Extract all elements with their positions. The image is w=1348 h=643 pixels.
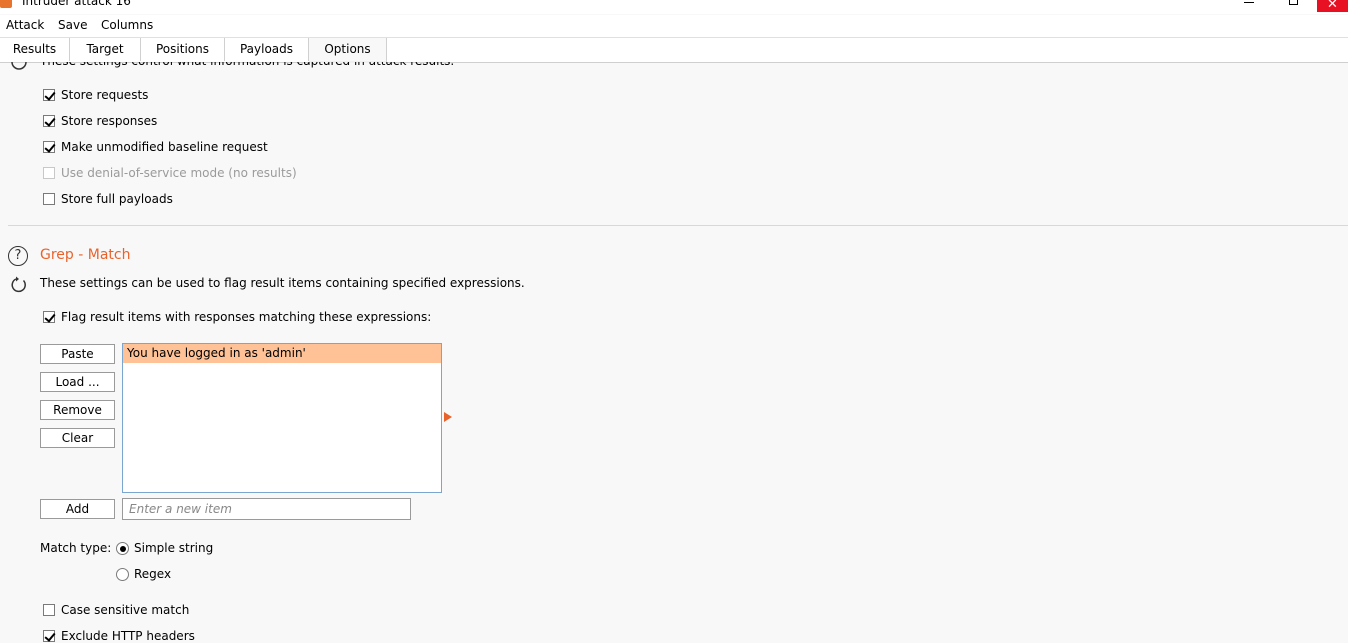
refresh-icon[interactable] xyxy=(10,276,28,294)
store-full-payloads-label: Store full payloads xyxy=(61,192,173,206)
flag-results-label: Flag result items with responses matchin… xyxy=(61,310,432,324)
flag-results-checkbox[interactable] xyxy=(43,311,55,323)
regex-label: Regex xyxy=(134,567,172,581)
dos-mode-checkbox xyxy=(43,167,55,179)
close-icon[interactable]: ✕ xyxy=(1317,0,1348,12)
expand-arrow-icon[interactable] xyxy=(444,412,452,422)
menu-columns[interactable]: Columns xyxy=(101,18,153,32)
baseline-request-label: Make unmodified baseline request xyxy=(61,140,268,154)
list-item[interactable]: You have logged in as 'admin' xyxy=(123,344,441,363)
clear-button[interactable]: Clear xyxy=(40,428,115,448)
match-type-label: Match type: xyxy=(40,541,112,555)
exclude-headers-label: Exclude HTTP headers xyxy=(61,629,195,643)
simple-string-radio[interactable] xyxy=(116,542,129,555)
burp-app-icon xyxy=(0,0,12,8)
case-sensitive-label: Case sensitive match xyxy=(61,603,190,617)
tab-target[interactable]: Target xyxy=(70,38,141,61)
expression-list[interactable]: You have logged in as 'admin' xyxy=(122,343,442,493)
help-icon[interactable]: ? xyxy=(8,246,28,266)
tab-positions[interactable]: Positions xyxy=(141,38,225,61)
menu-attack[interactable]: Attack xyxy=(6,18,44,32)
tab-results[interactable]: Results xyxy=(0,38,70,61)
grep-match-description: These settings can be used to flag resul… xyxy=(40,276,525,290)
window-title: Intruder attack 16 xyxy=(22,0,131,8)
baseline-request-checkbox[interactable] xyxy=(43,141,55,153)
case-sensitive-checkbox[interactable] xyxy=(43,604,55,616)
add-button[interactable]: Add xyxy=(40,499,115,519)
store-requests-label: Store requests xyxy=(61,88,149,102)
minimize-icon[interactable] xyxy=(1238,0,1262,10)
tab-options[interactable]: Options xyxy=(309,38,387,63)
store-full-payloads-checkbox[interactable] xyxy=(43,193,55,205)
store-responses-checkbox[interactable] xyxy=(43,115,55,127)
load-button[interactable]: Load ... xyxy=(40,372,115,392)
restore-icon[interactable] xyxy=(1282,0,1306,10)
section-divider xyxy=(8,225,1348,226)
remove-button[interactable]: Remove xyxy=(40,400,115,420)
paste-button[interactable]: Paste xyxy=(40,344,115,364)
menu-bar xyxy=(0,15,1348,37)
tab-payloads[interactable]: Payloads xyxy=(225,38,309,61)
grep-match-title: Grep - Match xyxy=(40,247,131,263)
store-responses-label: Store responses xyxy=(61,114,158,128)
title-bar xyxy=(0,0,1348,14)
new-item-input[interactable] xyxy=(122,498,411,520)
menu-save[interactable]: Save xyxy=(58,18,87,32)
dos-mode-label: Use denial-of-service mode (no results) xyxy=(61,166,297,180)
refresh-icon[interactable] xyxy=(10,62,28,72)
simple-string-label: Simple string xyxy=(134,541,214,555)
store-requests-checkbox[interactable] xyxy=(43,89,55,101)
exclude-headers-checkbox[interactable] xyxy=(43,630,55,642)
regex-radio[interactable] xyxy=(116,568,129,581)
